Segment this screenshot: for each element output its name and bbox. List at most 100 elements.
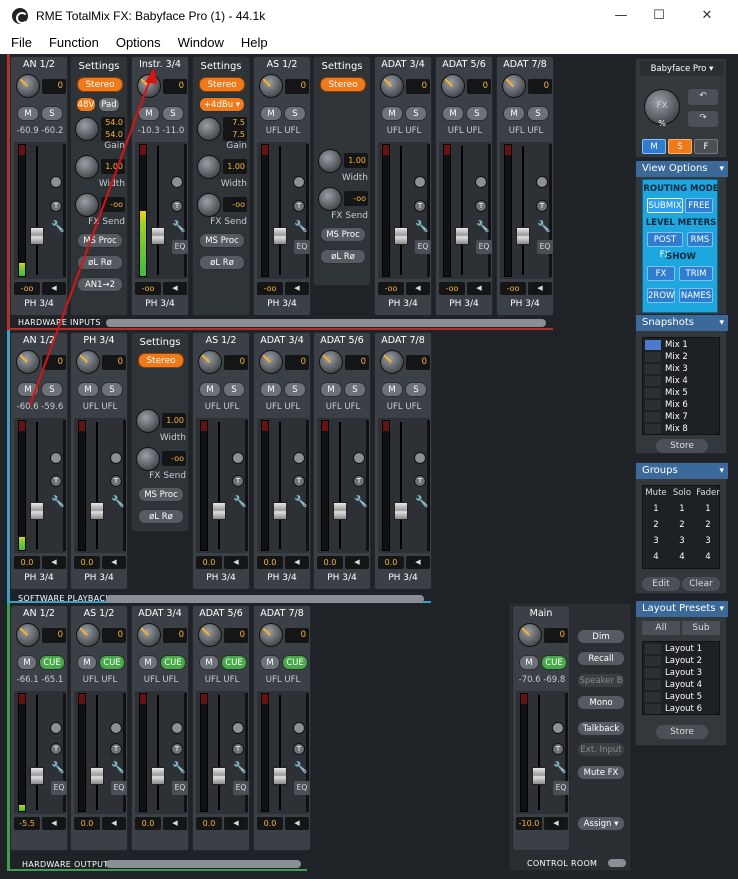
stereo-button[interactable]: Stereo — [199, 77, 245, 92]
control-room-button-0[interactable]: Dim — [577, 629, 625, 644]
names-button[interactable]: NAMES — [679, 288, 713, 303]
channel-name[interactable]: ADAT 7/8 — [254, 607, 310, 621]
channel-name[interactable]: ADAT 7/8 — [375, 334, 431, 348]
cue-button[interactable]: CUE — [282, 655, 308, 670]
snapshot-item[interactable]: Mix 6 — [643, 399, 721, 411]
output-route[interactable]: PH 3/4 — [11, 299, 67, 309]
settings-wrench-icon[interactable]: 🔧 — [51, 761, 65, 775]
stereo-button[interactable]: Stereo — [77, 77, 123, 92]
fader-handle[interactable] — [90, 502, 104, 520]
channel-name[interactable]: ADAT 3/4 — [375, 58, 431, 72]
channel-name[interactable]: ADAT 5/6 — [314, 334, 370, 348]
mute-button[interactable]: M — [260, 382, 282, 397]
output-route[interactable]: PH 3/4 — [193, 573, 249, 583]
arrow-button[interactable]: ◀ — [285, 282, 309, 295]
eq-button[interactable]: EQ — [233, 781, 249, 795]
control-room-button-7[interactable]: Assign ▾ — [577, 816, 625, 831]
mute-button[interactable]: M — [320, 382, 342, 397]
mute-master-button[interactable]: M — [642, 139, 666, 154]
arrow-button[interactable]: ◀ — [102, 817, 126, 830]
settings-wrench-icon[interactable]: 🔧 — [111, 761, 125, 775]
solo-button[interactable]: S — [223, 382, 245, 397]
pad-button[interactable]: Pad — [98, 97, 120, 112]
fader-handle[interactable] — [30, 767, 44, 785]
output-route[interactable]: PH 3/4 — [314, 573, 370, 583]
cue-button[interactable]: CUE — [160, 655, 186, 670]
snapshot-item[interactable]: Mix 7 — [643, 411, 721, 423]
gain-knob[interactable] — [137, 623, 161, 647]
settings-wrench-icon[interactable]: 🔧 — [172, 761, 186, 775]
pan-knob[interactable] — [110, 452, 122, 464]
solo-button[interactable]: S — [405, 106, 427, 121]
channel-name[interactable]: AS 1/2 — [71, 607, 127, 621]
snapshot-item[interactable]: Mix 5 — [643, 387, 721, 399]
redo-button[interactable]: ↷ — [688, 111, 718, 127]
fader-handle[interactable] — [532, 767, 546, 785]
eq-button[interactable]: EQ — [537, 240, 553, 254]
mute-button[interactable]: M — [381, 106, 403, 121]
solo-button[interactable]: S — [405, 382, 427, 397]
settings-wrench-icon[interactable]: 🔧 — [51, 220, 65, 234]
fader-handle[interactable] — [394, 227, 408, 245]
free-button[interactable]: FREE — [685, 198, 713, 213]
solo-button[interactable]: S — [527, 106, 549, 121]
mute-button[interactable]: M — [260, 106, 282, 121]
output-route[interactable]: PH 3/4 — [254, 573, 310, 583]
eq-button[interactable]: EQ — [553, 781, 569, 795]
channel-name[interactable]: AN 1/2 — [11, 334, 67, 348]
gain-knob[interactable] — [198, 350, 222, 374]
arrow-button[interactable]: ◀ — [406, 282, 430, 295]
arrow-button[interactable]: ◀ — [345, 556, 369, 569]
pan-knob[interactable] — [232, 722, 244, 734]
arrow-button[interactable]: ◀ — [528, 282, 552, 295]
layout-item[interactable]: Layout 3 — [643, 667, 721, 679]
reference-level-select[interactable]: +4dBu ▾ — [199, 97, 245, 112]
close-button[interactable]: ✕ — [684, 0, 730, 32]
gain-knob[interactable] — [259, 74, 283, 98]
mute-button[interactable]: M — [138, 655, 158, 670]
gain-knob[interactable] — [380, 350, 404, 374]
eq-button[interactable]: EQ — [476, 240, 492, 254]
trim-button[interactable]: T — [50, 743, 62, 755]
channel-name[interactable]: ADAT 5/6 — [436, 58, 492, 72]
mute-button[interactable]: M — [77, 382, 99, 397]
gain-knob[interactable] — [76, 623, 100, 647]
ms-proc-button[interactable]: MS Proc — [77, 233, 123, 248]
fader-handle[interactable] — [333, 502, 347, 520]
settings-wrench-icon[interactable]: 🔧 — [233, 495, 247, 509]
settings-wrench-icon[interactable]: 🔧 — [233, 761, 247, 775]
group-cell[interactable]: 3 — [695, 536, 721, 546]
trim-button[interactable]: T — [552, 743, 564, 755]
channel-name[interactable]: AN 1/2 — [11, 607, 67, 621]
mute-button[interactable]: M — [138, 106, 160, 121]
output-route[interactable]: PH 3/4 — [71, 573, 127, 583]
eq-button[interactable]: EQ — [111, 781, 127, 795]
pan-knob[interactable] — [50, 722, 62, 734]
routing-button[interactable]: AN1→2 — [77, 277, 123, 292]
trim-button[interactable]: T — [293, 743, 305, 755]
width-knob[interactable] — [136, 409, 160, 433]
trim-button[interactable]: T — [353, 475, 365, 487]
gain-knob[interactable] — [441, 74, 465, 98]
gain-knob[interactable] — [518, 623, 542, 647]
settings-wrench-icon[interactable]: 🔧 — [111, 495, 125, 509]
channel-name[interactable]: ADAT 3/4 — [132, 607, 188, 621]
channel-name[interactable]: Instr. 3/4 — [132, 58, 188, 72]
pan-knob[interactable] — [353, 452, 365, 464]
fx-send-knob[interactable] — [318, 187, 342, 211]
fader-handle[interactable] — [151, 767, 165, 785]
view-options-header[interactable]: View Options — [636, 161, 728, 177]
trim-button[interactable]: T — [293, 200, 305, 212]
cue-button[interactable]: CUE — [541, 655, 567, 670]
trim-button[interactable]: T — [232, 743, 244, 755]
phase-invert-button[interactable]: øL Rø — [77, 255, 123, 270]
settings-wrench-icon[interactable]: 🔧 — [553, 761, 567, 775]
fader-handle[interactable] — [273, 502, 287, 520]
ms-proc-button[interactable]: MS Proc — [320, 227, 366, 242]
control-room-button-1[interactable]: Recall — [577, 651, 625, 666]
stereo-button[interactable]: Stereo — [320, 77, 366, 92]
snapshot-item[interactable]: Mix 2 — [643, 351, 721, 363]
solo-button[interactable]: S — [162, 106, 184, 121]
snapshot-store-button[interactable]: Store — [656, 439, 708, 453]
pan-knob[interactable] — [171, 722, 183, 734]
